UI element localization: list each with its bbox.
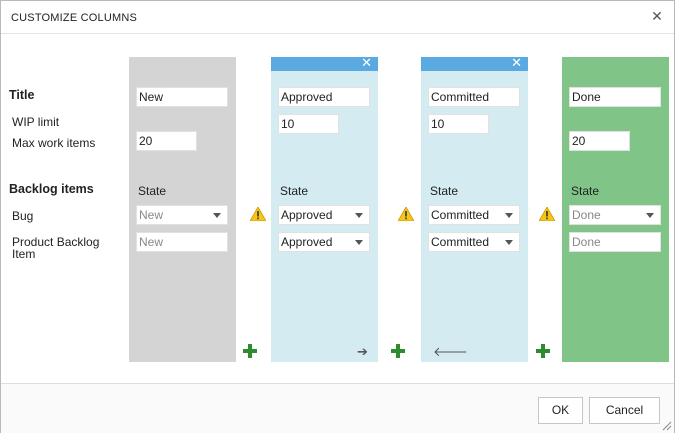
column-new[interactable]: New 20 State New New [129,57,236,362]
close-icon[interactable]: ✕ [650,9,664,23]
warning-icon [398,207,414,221]
move-right-icon[interactable]: ➔ [357,345,368,358]
wip-limit-input[interactable]: 10 [278,114,339,134]
bug-state-select[interactable]: Approved [278,205,370,225]
resize-grip-icon[interactable] [662,421,672,431]
add-column-icon[interactable] [536,344,550,358]
column-name-input[interactable]: Approved [278,87,370,107]
chevron-down-icon [213,213,221,218]
remove-column-icon[interactable]: ✕ [511,55,522,71]
add-column-icon[interactable] [243,344,257,358]
row-label-product-backlog-item: Product Backlog Item [12,236,99,260]
state-label: State [138,184,167,198]
bug-state-value: Committed [431,208,490,222]
column-header-bar[interactable]: ✕ [421,55,528,71]
row-label-bug: Bug [12,209,34,223]
bug-state-select[interactable]: Committed [428,205,520,225]
pbi-state-select[interactable]: Committed [428,232,520,252]
chevron-down-icon [355,240,363,245]
dialog-title: CUSTOMIZE COLUMNS [11,12,138,24]
dialog-footer: OK Cancel [1,383,674,433]
row-label-backlog-items: Backlog items [9,182,94,196]
column-done[interactable]: Done 20 State Done Done [562,57,669,362]
add-column-icon[interactable] [391,344,405,358]
cancel-button[interactable]: Cancel [589,397,660,424]
column-committed[interactable]: ✕ Committed 10 State Committed Committed… [421,55,528,362]
column-name-input[interactable]: New [136,87,228,107]
bug-state-value: New [139,208,164,222]
column-name-input[interactable]: Committed [428,87,520,107]
bug-state-select[interactable]: Done [569,205,661,225]
pbi-state-value: Approved [281,235,333,249]
state-label: State [280,184,309,198]
chevron-down-icon [505,240,513,245]
row-label-title: Title [9,88,35,102]
dialog-titlebar: CUSTOMIZE COLUMNS ✕ [1,1,674,34]
state-label: State [430,184,459,198]
bug-state-value: Done [572,208,601,222]
pbi-state-select[interactable]: Approved [278,232,370,252]
max-work-items-input[interactable]: 20 [136,131,197,151]
row-label-max-work-items: Max work items [12,136,96,150]
row-label-wip-limit: WIP limit [12,115,60,129]
pbi-label-line2: Item [12,247,36,261]
ok-button[interactable]: OK [538,397,583,424]
chevron-down-icon [646,213,654,218]
remove-column-icon[interactable]: ✕ [361,55,372,71]
bug-state-value: Approved [281,208,333,222]
pbi-state-value: Committed [431,235,490,249]
state-label: State [571,184,600,198]
move-left-icon[interactable]: 🡐 [433,345,468,358]
warning-icon [539,207,555,221]
pbi-state-field: New [136,232,228,252]
column-approved[interactable]: ✕ Approved 10 State Approved Approved ➔ [271,55,378,362]
wip-limit-input[interactable]: 10 [428,114,489,134]
column-name-input[interactable]: Done [569,87,661,107]
chevron-down-icon [355,213,363,218]
pbi-state-field: Done [569,232,661,252]
customize-columns-dialog: CUSTOMIZE COLUMNS ✕ Title WIP limit Max … [0,0,675,433]
max-work-items-input[interactable]: 20 [569,131,630,151]
column-header-bar[interactable]: ✕ [271,55,378,71]
warning-icon [250,207,266,221]
bug-state-select[interactable]: New [136,205,228,225]
chevron-down-icon [505,213,513,218]
